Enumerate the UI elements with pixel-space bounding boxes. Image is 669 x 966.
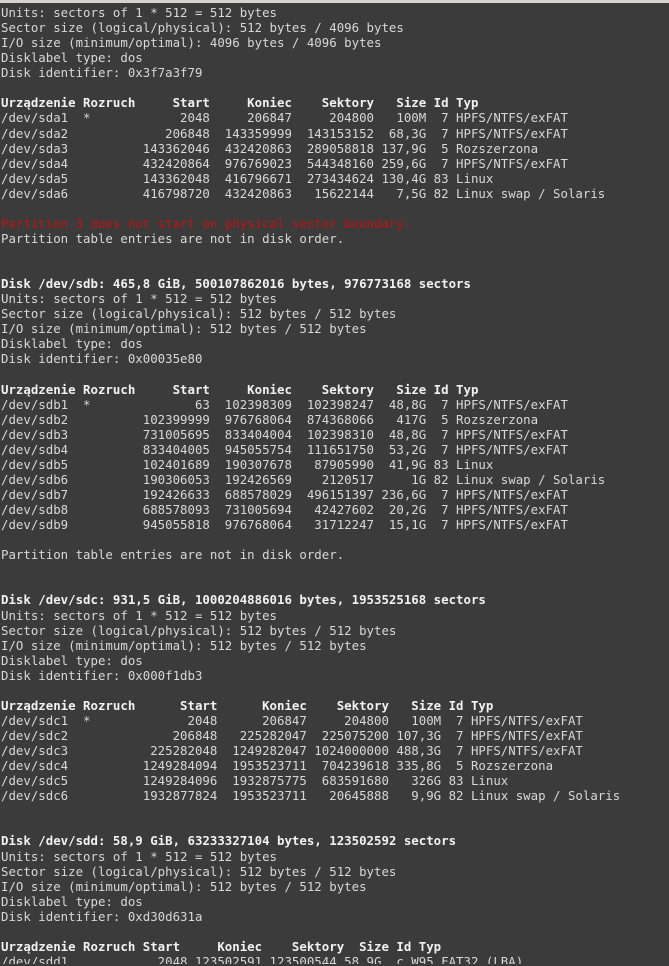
terminal-warning-line: Partition 3 does not start on physical s… (1, 215, 412, 231)
terminal-line: Disklabel type: dos (1, 893, 143, 909)
terminal-line: I/O size (minimum/optimal): 512 bytes / … (1, 637, 367, 653)
terminal-line: Disk identifier: 0x00035e80 (1, 351, 203, 367)
terminal-line: /dev/sdb2 102399999 976768064 874368066 … (1, 411, 539, 427)
terminal-heading-line: Urządzenie Rozruch Start Koniec Sektory … (1, 95, 479, 111)
terminal-output-area[interactable]: Units: sectors of 1 * 512 = 512 bytes Sec… (0, 3, 669, 964)
terminal-line: /dev/sda3 143362046 432420863 289058818 … (1, 140, 539, 156)
terminal-line: Sector size (logical/physical): 512 byte… (1, 306, 397, 322)
terminal-line: Partition table entries are not in disk … (1, 547, 345, 563)
terminal-line: /dev/sdb4 833404005 945055754 111651750 … (1, 441, 568, 457)
terminal-line: /dev/sdb1 * 63 102398309 102398247 48,8G… (1, 396, 568, 412)
terminal-heading-line: Urządzenie Rozruch Start Koniec Sektory … (1, 938, 442, 954)
terminal-line: Disklabel type: dos (1, 652, 143, 668)
terminal-line: /dev/sda4 432420864 976769023 544348160 … (1, 155, 568, 171)
terminal-line: /dev/sda2 206848 143359999 143153152 68,… (1, 125, 568, 141)
terminal-line: /dev/sda5 143362048 416796671 273434624 … (1, 170, 494, 186)
terminal-line: Disklabel type: dos (1, 336, 143, 352)
terminal-line: /dev/sdc6 1932877824 1953523711 20645888… (1, 788, 621, 804)
terminal-line: Partition table entries are not in disk … (1, 230, 345, 246)
terminal-line: Units: sectors of 1 * 512 = 512 bytes (1, 607, 278, 623)
terminal-line: /dev/sdc2 206848 225282047 225075200 107… (1, 728, 583, 743)
terminal-line: /dev/sdc5 1249284096 1932875775 68359168… (1, 773, 509, 789)
terminal-line: Units: sectors of 1 * 512 = 512 bytes (1, 291, 278, 307)
terminal-heading-line: Disk /dev/sdb: 465,8 GiB, 500107862016 b… (1, 276, 471, 292)
terminal-line: Sector size (logical/physical): 512 byte… (1, 20, 404, 36)
terminal-line: /dev/sdb9 945055818 976768064 31712247 1… (1, 517, 568, 533)
terminal-line: /dev/sdc1 * 2048 206847 204800 100M 7 HP… (1, 712, 583, 728)
terminal-line: /dev/sda1 * 2048 206847 204800 100M 7 HP… (1, 110, 568, 126)
terminal-line: Disk identifier: 0x000f1db3 (1, 667, 203, 683)
terminal-line: /dev/sda6 416798720 432420863 15622144 7… (1, 185, 606, 201)
terminal-line: /dev/sdc4 1249284094 1953523711 70423961… (1, 758, 554, 774)
terminal-line: /dev/sdd1 2048 123502591 123500544 58,9G… (1, 953, 524, 964)
terminal-line: Disklabel type: dos (1, 50, 143, 66)
terminal-line: /dev/sdc3 225282048 1249282047 102400000… (1, 743, 583, 759)
terminal-line: Sector size (logical/physical): 512 byte… (1, 863, 397, 879)
terminal-line: Units: sectors of 1 * 512 = 512 bytes (1, 5, 278, 20)
terminal-heading-line: Urządzenie Rozruch Start Koniec Sektory … (1, 697, 494, 713)
terminal-line: Sector size (logical/physical): 512 byte… (1, 622, 397, 638)
terminal-line: I/O size (minimum/optimal): 512 bytes / … (1, 321, 367, 337)
terminal-heading-line: Disk /dev/sdd: 58,9 GiB, 63233327104 byt… (1, 833, 457, 849)
terminal-line: /dev/sdb8 688578093 731005694 42427602 2… (1, 502, 568, 518)
terminal-line: /dev/sdb5 102401689 190307678 87905990 4… (1, 456, 494, 472)
terminal-line: /dev/sdb6 190306053 192426569 2120517 1G… (1, 471, 606, 487)
terminal-scrollback: Units: sectors of 1 * 512 = 512 bytes Sec… (1, 5, 669, 964)
terminal-line: I/O size (minimum/optimal): 512 bytes / … (1, 878, 367, 894)
terminal-line: Disk identifier: 0x3f7a3f79 (1, 65, 203, 81)
terminal-heading-line: Urządzenie Rozruch Start Koniec Sektory … (1, 381, 479, 397)
terminal-line: Disk identifier: 0xd30d631a (1, 908, 203, 924)
terminal-line: /dev/sdb7 192426633 688578029 496151397 … (1, 487, 568, 502)
terminal-heading-line: Disk /dev/sdc: 931,5 GiB, 1000204886016 … (1, 592, 486, 608)
terminal-line: /dev/sdb3 731005695 833404004 102398310 … (1, 426, 568, 442)
terminal-line: I/O size (minimum/optimal): 4096 bytes /… (1, 35, 382, 51)
terminal-line: Units: sectors of 1 * 512 = 512 bytes (1, 848, 278, 864)
